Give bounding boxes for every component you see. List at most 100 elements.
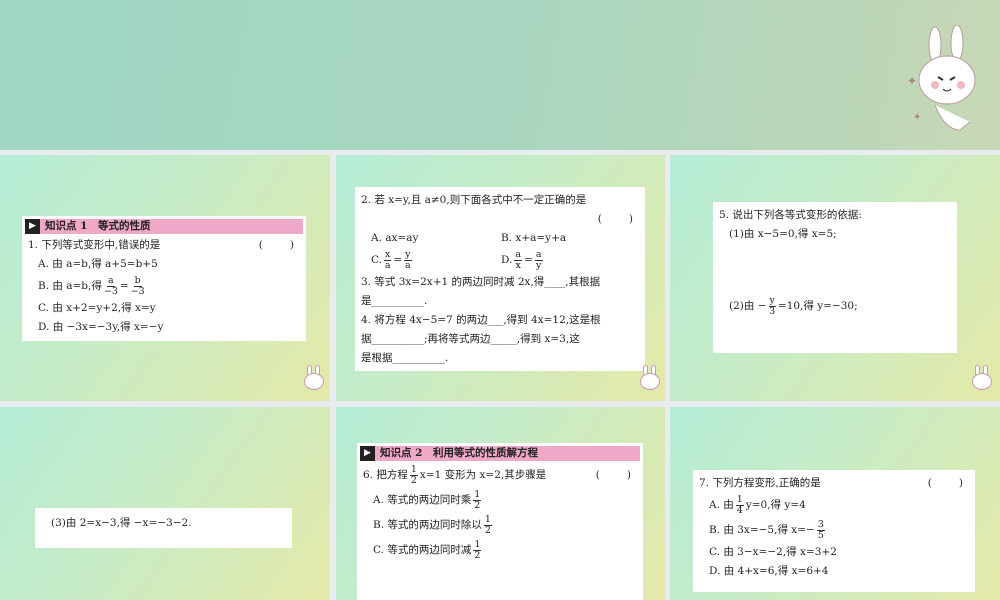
text: = — [524, 254, 533, 266]
question-line: 2. 若 x=y,且 a≠0,则下面各式中不一定正确的是 — [361, 191, 639, 210]
denominator: 3 — [769, 306, 776, 317]
denominator: 2 — [410, 475, 417, 486]
question-line: A. 由 a=b,得 a+5=b+5 — [28, 255, 300, 274]
play-marker-icon: ▶ — [360, 446, 375, 461]
text: C. 由 3−x=−2,得 x=3+2 — [709, 546, 837, 558]
question-line: (2)由 − y 3 =10,得 y=−30; — [719, 294, 951, 319]
question-line: C. 等式的两边同时减 1 2 — [363, 538, 637, 563]
fraction: ya — [404, 250, 412, 271]
denominator: −3 — [130, 286, 145, 297]
fraction: 14 — [735, 495, 744, 516]
question-line: A. ax=ay B. x+a=y+a — [361, 229, 639, 248]
fraction: ax — [514, 250, 523, 271]
text: = — [393, 254, 403, 266]
text: = — [119, 280, 129, 292]
bunny-icon — [300, 365, 326, 395]
text: C. — [371, 254, 382, 266]
denominator: 2 — [484, 525, 491, 536]
text: x=1 变形为 x=2,其步骤是 — [419, 469, 547, 481]
play-marker-icon: ▶ — [25, 219, 40, 234]
section-header: ▶ 知识点 2 利用等式的性质解方程 — [360, 446, 640, 461]
text: 2. 若 x=y,且 a≠0,则下面各式中不一定正确的是 — [361, 194, 587, 206]
denominator: 2 — [474, 500, 481, 511]
svg-text:✦: ✦ — [913, 112, 921, 123]
denominator: y — [536, 260, 542, 271]
text: (2)由 − — [729, 300, 767, 312]
text: 据__________;再将等式两边_____,得到 x=3,这 — [361, 333, 580, 345]
question-line: 据__________;再将等式两边_____,得到 x=3,这 — [361, 330, 639, 349]
question-card: 2. 若 x=y,且 a≠0,则下面各式中不一定正确的是 ( ) A. ax=ay B… — [355, 187, 645, 371]
section-header: ▶ 知识点 1 等式的性质 — [25, 219, 303, 234]
question-line: C. 由 3−x=−2,得 x=3+2 — [699, 543, 969, 562]
slide-5: ▶ 知识点 2 利用等式的性质解方程 6. 把方程 1 2 x=1 变形为 x=2,其步骤… — [336, 407, 665, 600]
fraction: b −3 — [131, 276, 145, 297]
fraction: y3 — [768, 296, 776, 317]
text: B. 由 3x=−5,得 x=− — [709, 524, 815, 536]
slide-6: 7. 下列方程变形,正确的是 ( ) A. 由 1 4 y=0,得 y=4 B. 由 3x=… — [670, 407, 1000, 600]
text: C. 等式的两边同时减 — [373, 544, 472, 556]
question-card: 5. 说出下列各等式变形的依据: (1)由 x−5=0,得 x=5; (2)由 − y… — [713, 202, 957, 353]
option-text: B. x+a=y+a — [501, 232, 567, 244]
bunny-mascot-icon: ✦✦ — [907, 25, 976, 131]
text: C. 由 x+2=y+2,得 x=y — [38, 302, 156, 314]
text: =10,得 y=−30; — [777, 300, 858, 312]
question-line: (1)由 x−5=0,得 x=5; — [719, 225, 951, 244]
question-card: ▶ 知识点 1 等式的性质 1. 下列等式变形中,错误的是 ( ) A. 由 a=b,得… — [22, 216, 306, 341]
fraction: 35 — [816, 520, 825, 541]
question-line: 1. 下列等式变形中,错误的是 ( ) — [28, 236, 300, 255]
text: 1. 下列等式变形中,错误的是 — [28, 239, 161, 251]
section-title: 知识点 2 利用等式的性质解方程 — [380, 447, 538, 459]
answer-bracket: ( ) — [595, 469, 633, 481]
question-line: C. x a = y a D. a x = a y — [361, 248, 639, 273]
denominator: a — [384, 260, 391, 271]
denominator: a — [405, 260, 411, 271]
section-title: 知识点 1 等式的性质 — [45, 220, 151, 232]
slide-2: 2. 若 x=y,且 a≠0,则下面各式中不一定正确的是 ( ) A. ax=ay B… — [336, 155, 665, 401]
question-line: D. 由 4+x=6,得 x=6+4 — [699, 562, 969, 581]
answer-bracket: ( ) — [927, 477, 965, 489]
svg-text:✦: ✦ — [907, 74, 917, 88]
question-line: 4. 将方程 4x−5=7 的两边___,得到 4x=12,这是根 — [361, 311, 639, 330]
fraction: 12 — [473, 540, 482, 561]
question-card: (3)由 2=x−3,得 −x=−3−2. — [35, 508, 292, 548]
text: A. 由 a=b,得 a+5=b+5 — [38, 258, 158, 270]
bunny-icon — [636, 365, 662, 395]
slide-1: ▶ 知识点 1 等式的性质 1. 下列等式变形中,错误的是 ( ) A. 由 a=b,得… — [0, 155, 330, 401]
denominator: 2 — [474, 550, 481, 561]
text: 是__________. — [361, 295, 428, 307]
denominator: −3 — [103, 286, 118, 297]
question-line: 5. 说出下列各等式变形的依据: — [719, 206, 951, 225]
text: A. ax=ay — [371, 232, 419, 244]
denominator: x — [515, 260, 521, 271]
fraction: 12 — [409, 465, 418, 486]
title-banner: ✦ ✦ — [0, 0, 1000, 150]
answer-bracket: ( ) — [258, 239, 296, 251]
text: D. 由 −3x=−3y,得 x=−y — [38, 321, 164, 333]
text: 7. 下列方程变形,正确的是 — [699, 477, 821, 489]
question-line: 是__________. — [361, 292, 639, 311]
text: 5. 说出下列各等式变形的依据: — [719, 209, 862, 221]
question-line: B. 由 a=b,得 a −3 = b −3 — [28, 274, 300, 299]
slide-4: (3)由 2=x−3,得 −x=−3−2. — [0, 407, 330, 600]
text: B. 由 a=b,得 — [38, 280, 102, 292]
text: A. 由 — [709, 499, 734, 511]
text: (3)由 2=x−3,得 −x=−3−2. — [51, 517, 192, 529]
answer-space — [719, 244, 951, 294]
question-line: A. 等式的两边同时乘 1 2 — [363, 488, 637, 513]
question-line: 7. 下列方程变形,正确的是 ( ) — [699, 474, 969, 493]
text: y=0,得 y=4 — [745, 499, 806, 511]
text: 6. 把方程 — [363, 469, 408, 481]
question-line: 3. 等式 3x=2x+1 的两边同时减 2x,得____,其根据 — [361, 273, 639, 292]
fraction: ay — [534, 250, 543, 271]
question-line: 6. 把方程 1 2 x=1 变形为 x=2,其步骤是 ( ) — [363, 463, 637, 488]
denominator: 5 — [817, 530, 824, 541]
question-line: C. 由 x+2=y+2,得 x=y — [28, 299, 300, 318]
question-line: (3)由 2=x−3,得 −x=−3−2. — [41, 514, 286, 533]
bunny-icon — [968, 365, 994, 395]
denominator: 4 — [736, 505, 743, 516]
slide-3: 5. 说出下列各等式变形的依据: (1)由 x−5=0,得 x=5; (2)由 − y… — [670, 155, 1000, 401]
text: 3. 等式 3x=2x+1 的两边同时减 2x,得____,其根据 — [361, 276, 601, 288]
question-line: D. 由 −3x=−3y,得 x=−y — [28, 318, 300, 337]
fraction: a −3 — [104, 276, 118, 297]
answer-bracket: ( ) — [597, 213, 635, 225]
